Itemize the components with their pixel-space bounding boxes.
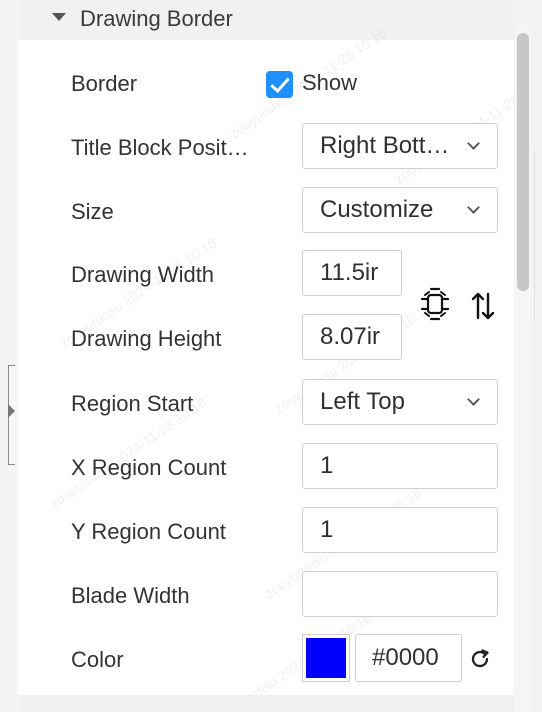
y-region-count-input[interactable]: 1 xyxy=(302,507,498,553)
section-title: Drawing Border xyxy=(80,6,233,31)
drawing-border-panel: Drawing Border zouyurunsu 2024-11-28 10:… xyxy=(0,0,542,712)
drawing-height-label: Drawing Height xyxy=(71,326,222,351)
vertical-scrollbar-thumb[interactable] xyxy=(517,33,529,291)
y-region-count-label: Y Region Count xyxy=(71,519,226,544)
drawing-width-input[interactable]: 11.5ir xyxy=(302,250,402,296)
size-value: Customize xyxy=(320,196,434,223)
section-divider xyxy=(18,695,514,712)
color-swatch[interactable] xyxy=(302,634,350,682)
x-region-count-label: X Region Count xyxy=(71,455,227,480)
checkmark-icon xyxy=(270,72,290,94)
blade-width-input[interactable] xyxy=(302,571,498,617)
title-block-position-label: Title Block Posit… xyxy=(71,135,249,160)
drawing-width-label: Drawing Width xyxy=(71,262,215,287)
section-header[interactable]: Drawing Border xyxy=(18,0,514,40)
border-show-checkbox[interactable] xyxy=(266,71,293,98)
reset-icon[interactable] xyxy=(468,647,492,671)
region-start-label: Region Start xyxy=(71,391,194,416)
drawing-height-input[interactable]: 8.07ir xyxy=(302,314,402,360)
right-panel-divider xyxy=(534,150,535,320)
border-show-label[interactable]: Show xyxy=(302,69,357,97)
collapse-arrow-icon[interactable] xyxy=(52,13,66,21)
color-label: Color xyxy=(71,647,124,672)
title-block-position-value: Right Bott… xyxy=(320,132,450,159)
chevron-down-icon[interactable] xyxy=(467,137,480,150)
swap-dimensions-icon[interactable] xyxy=(468,289,498,323)
chevron-down-icon[interactable] xyxy=(467,393,480,406)
title-block-position-select[interactable]: Right Bott… xyxy=(302,123,498,169)
size-label: Size xyxy=(71,199,114,224)
left-rail xyxy=(0,0,19,712)
region-start-value: Left Top xyxy=(320,388,405,415)
color-fill xyxy=(306,638,346,678)
x-region-count-input[interactable]: 1 xyxy=(302,443,498,489)
left-resize-arrow-icon[interactable] xyxy=(8,404,15,418)
chevron-down-icon[interactable] xyxy=(467,201,480,214)
color-hex-input[interactable]: #0000 xyxy=(355,634,462,682)
aspect-lock-icon[interactable] xyxy=(420,286,450,322)
size-select[interactable]: Customize xyxy=(302,187,498,233)
border-label: Border xyxy=(71,71,138,96)
region-start-select[interactable]: Left Top xyxy=(302,379,498,425)
blade-width-label: Blade Width xyxy=(71,583,190,608)
